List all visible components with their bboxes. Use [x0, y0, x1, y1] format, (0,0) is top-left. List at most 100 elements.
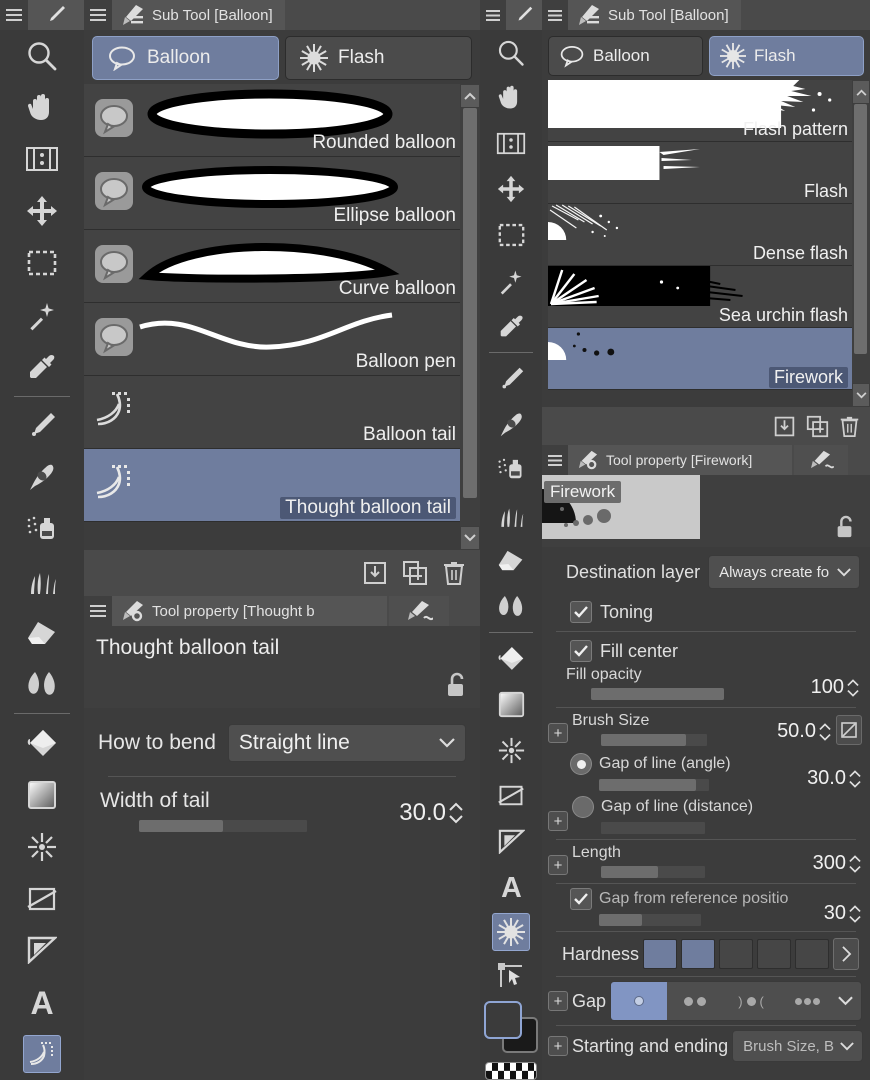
group-tab-balloon[interactable]: Balloon — [92, 36, 279, 80]
hardness-step-3[interactable] — [719, 939, 754, 969]
gap-of-line-angle-stepper[interactable]: 30.0 — [807, 767, 862, 790]
unlocked-padlock-icon[interactable] — [444, 672, 468, 698]
starting-and-ending-dropdown[interactable]: Brush Size, B — [732, 1030, 863, 1062]
scrollbar-thumb[interactable] — [854, 104, 867, 354]
main-color-swatch[interactable] — [484, 1001, 522, 1040]
brush-tool[interactable] — [0, 451, 84, 503]
pen-icon[interactable] — [506, 0, 542, 30]
tab-brush-settings[interactable] — [389, 596, 449, 626]
flash-tool[interactable] — [480, 910, 542, 956]
destination-layer-dropdown[interactable]: Always create fo — [708, 555, 860, 589]
expand-starting-ending-button[interactable]: + — [548, 1036, 568, 1056]
balloon-tool[interactable] — [0, 1028, 84, 1080]
text-tool[interactable]: A — [480, 864, 542, 910]
list-item[interactable]: Flash pattern — [548, 80, 852, 142]
group-tab-balloon[interactable]: Balloon — [548, 36, 703, 76]
scroll-down-button[interactable] — [852, 383, 870, 407]
group-tab-flash[interactable]: Flash — [709, 36, 864, 76]
hardness-more-button[interactable] — [833, 938, 860, 970]
gap-from-reference-checkbox[interactable] — [570, 888, 592, 910]
eraser-tool[interactable] — [480, 538, 542, 584]
list-item[interactable]: Rounded balloon — [84, 84, 460, 157]
decoration-tool[interactable] — [480, 493, 542, 539]
zoom-tool[interactable] — [0, 30, 84, 82]
fill-tool[interactable] — [0, 717, 84, 769]
list-item[interactable]: Sea urchin flash — [548, 266, 852, 328]
length-slider[interactable] — [600, 865, 706, 879]
ruler-tool[interactable] — [480, 818, 542, 864]
selection-tool[interactable] — [0, 237, 84, 289]
list-item[interactable]: Balloon pen — [84, 303, 460, 376]
stepper-arrows-icon[interactable] — [846, 677, 860, 699]
hardness-step-4[interactable] — [757, 939, 792, 969]
list-item[interactable]: Thought balloon tail — [84, 449, 460, 522]
color-swatches[interactable] — [482, 999, 540, 1056]
figure-tool[interactable] — [480, 727, 542, 773]
tab-tool-property[interactable]: Tool property [Thought b — [112, 596, 387, 626]
how-to-bend-dropdown[interactable]: Straight line — [227, 724, 466, 762]
figure-tool[interactable] — [0, 821, 84, 873]
move-tool[interactable] — [0, 185, 84, 237]
scrollbar-track[interactable] — [852, 104, 870, 383]
hardness-step-5[interactable] — [795, 939, 830, 969]
brush-size-link-button[interactable] — [836, 715, 862, 745]
gap-from-reference-stepper[interactable]: 30 — [824, 902, 862, 925]
list-item[interactable]: Dense flash — [548, 204, 852, 266]
selection-tool[interactable] — [480, 212, 542, 258]
width-of-tail-stepper[interactable]: 30.0 — [399, 799, 464, 827]
fill-opacity-stepper[interactable]: 100 — [811, 676, 860, 699]
scrollbar-thumb[interactable] — [463, 108, 477, 498]
decoration-tool[interactable] — [0, 555, 84, 607]
frame-border-tool[interactable] — [0, 873, 84, 925]
width-of-tail-slider[interactable] — [138, 819, 308, 833]
list-item[interactable]: Curve balloon — [84, 230, 460, 303]
auto-select-tool[interactable] — [0, 289, 84, 341]
pen-icon[interactable] — [28, 0, 84, 30]
list-item[interactable]: Flash — [548, 142, 852, 204]
length-stepper[interactable]: 300 — [813, 852, 862, 875]
scroll-up-button[interactable] — [852, 80, 870, 104]
gap-of-line-distance-radio[interactable] — [572, 796, 594, 818]
brush-size-slider[interactable] — [600, 733, 708, 747]
blend-tool[interactable] — [480, 584, 542, 630]
stepper-arrows-icon[interactable] — [818, 721, 832, 743]
import-icon[interactable] — [773, 415, 796, 438]
gap-option-3[interactable]: )( — [723, 982, 779, 1020]
tab-sub-tool[interactable]: Sub Tool [Balloon] — [112, 0, 285, 30]
duplicate-icon[interactable] — [402, 560, 428, 586]
hamburger-icon[interactable] — [0, 0, 28, 30]
expand-gap-button[interactable]: + — [548, 991, 568, 1011]
pen-tool[interactable] — [0, 400, 84, 452]
list-item[interactable]: Ellipse balloon — [84, 157, 460, 230]
gap-option-1[interactable] — [611, 982, 668, 1020]
hamburger-icon[interactable] — [84, 0, 112, 30]
brush-tool[interactable] — [480, 401, 542, 447]
import-icon[interactable] — [362, 560, 388, 586]
toning-row[interactable]: Toning — [542, 595, 870, 629]
list-item[interactable]: Firework — [548, 328, 852, 390]
tab-brush-settings[interactable] — [794, 445, 848, 475]
hardness-step-2[interactable] — [681, 939, 716, 969]
ruler-tool[interactable] — [0, 925, 84, 977]
hamburger-icon[interactable] — [542, 445, 568, 475]
group-tab-flash[interactable]: Flash — [285, 36, 472, 80]
stepper-arrows-icon[interactable] — [848, 903, 862, 925]
fill-center-checkbox[interactable] — [570, 640, 592, 662]
fill-opacity-slider[interactable] — [590, 687, 725, 701]
eyedropper-tool[interactable] — [480, 303, 542, 349]
stepper-arrows-icon[interactable] — [848, 853, 862, 875]
hardness-step-1[interactable] — [643, 939, 678, 969]
stepper-arrows-icon[interactable] — [448, 800, 464, 826]
stepper-arrows-icon[interactable] — [848, 768, 862, 790]
move-tool[interactable] — [480, 167, 542, 213]
sub-tool-scrollbar[interactable] — [460, 84, 480, 550]
zoom-tool[interactable] — [480, 30, 542, 76]
gap-selector[interactable]: )( — [610, 981, 862, 1021]
text-tool[interactable]: A — [0, 976, 84, 1028]
frame-border-tool[interactable] — [480, 773, 542, 819]
blend-tool[interactable] — [0, 659, 84, 711]
fill-center-row[interactable]: Fill center — [542, 634, 870, 664]
eraser-tool[interactable] — [0, 607, 84, 659]
trash-icon[interactable] — [442, 560, 466, 586]
toning-checkbox[interactable] — [570, 601, 592, 623]
